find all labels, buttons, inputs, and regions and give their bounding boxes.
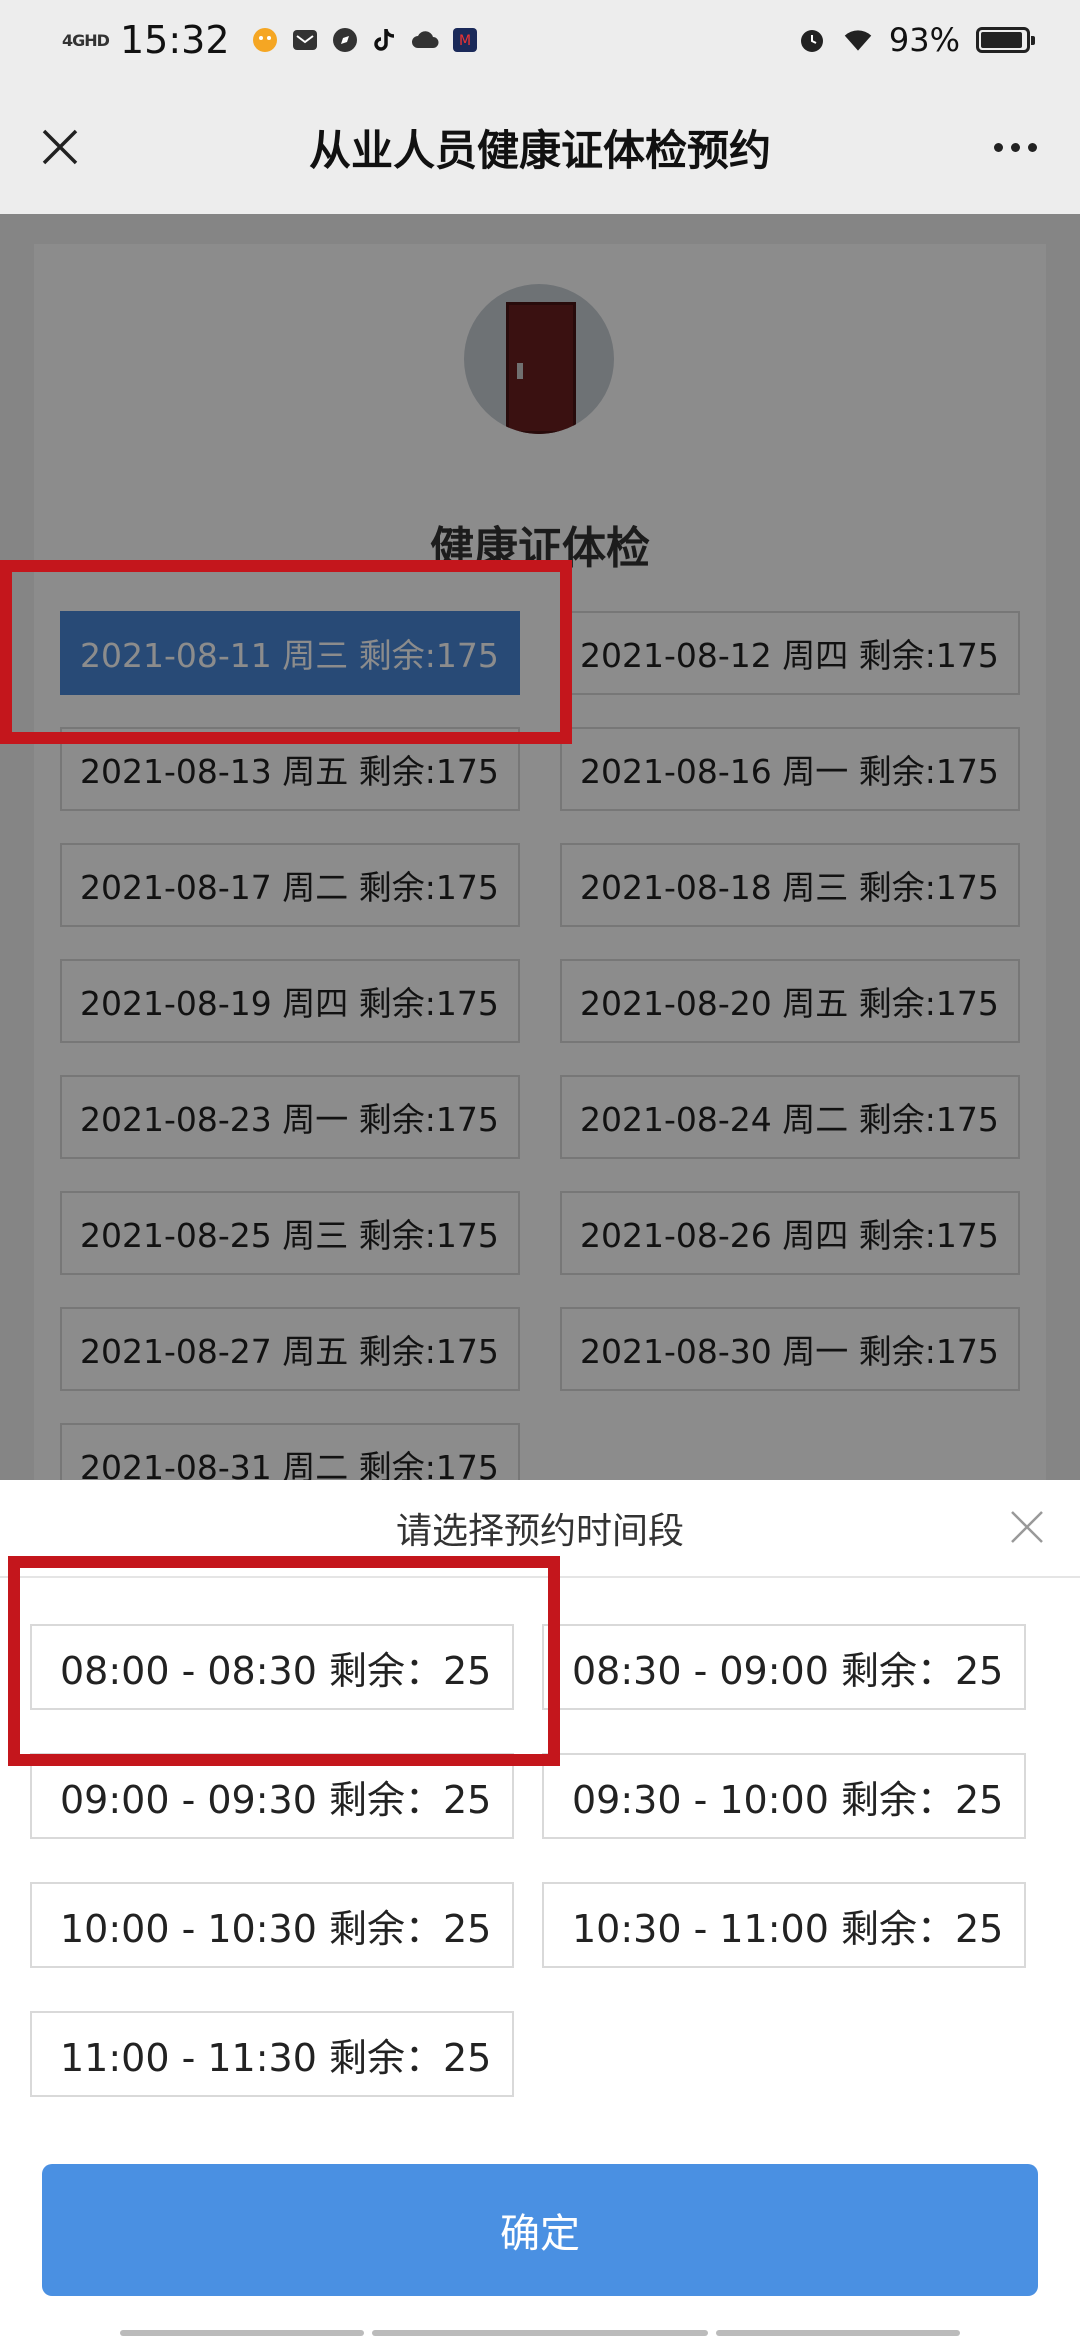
status-right: 93% bbox=[797, 21, 1035, 59]
title-bar: 从业人员健康证体检预约 bbox=[0, 80, 1080, 214]
time-slot-option[interactable]: 09:00 - 09:30 剩余：25 bbox=[30, 1753, 514, 1839]
svg-text:M: M bbox=[458, 33, 470, 49]
home-indicator bbox=[716, 2330, 960, 2336]
close-icon bbox=[1011, 1511, 1043, 1543]
close-icon bbox=[42, 129, 78, 165]
battery-fill bbox=[981, 32, 1022, 48]
compass-icon bbox=[330, 25, 360, 55]
sheet-title: 请选择预约时间段 bbox=[395, 1511, 684, 1552]
tiktok-icon bbox=[370, 25, 400, 55]
home-indicator bbox=[372, 2330, 708, 2336]
confirm-button[interactable]: 确定 bbox=[42, 2164, 1038, 2296]
sheet-close-button[interactable] bbox=[1002, 1502, 1052, 1552]
more-button[interactable] bbox=[980, 117, 1050, 177]
clock: 15:32 bbox=[120, 18, 230, 62]
app-icon: M bbox=[450, 25, 480, 55]
time-slot-option[interactable]: 08:30 - 09:00 剩余：25 bbox=[542, 1624, 1026, 1710]
time-slot-option[interactable]: 10:30 - 11:00 剩余：25 bbox=[542, 1882, 1026, 1968]
status-bar: 4GHD 15:32 M 93% bbox=[0, 0, 1080, 80]
close-button[interactable] bbox=[30, 117, 90, 177]
dim-overlay[interactable] bbox=[0, 214, 1080, 1480]
more-icon bbox=[1027, 142, 1037, 152]
time-slot-sheet: 请选择预约时间段 08:00 - 08:30 剩余：25 08:30 - 09:0… bbox=[0, 1480, 1080, 2340]
time-slot-option[interactable]: 10:00 - 10:30 剩余：25 bbox=[30, 1882, 514, 1968]
app-notification-icon bbox=[250, 25, 280, 55]
cloud-icon bbox=[410, 25, 440, 55]
time-slot-option[interactable]: 08:00 - 08:30 剩余：25 bbox=[30, 1624, 514, 1710]
status-left: 4GHD 15:32 M bbox=[62, 18, 480, 62]
battery-icon bbox=[976, 27, 1035, 53]
wifi-icon bbox=[843, 25, 873, 55]
sheet-header: 请选择预约时间段 bbox=[0, 1480, 1080, 1578]
network-indicator: 4GHD bbox=[62, 30, 110, 50]
time-slot-option[interactable]: 09:30 - 10:00 剩余：25 bbox=[542, 1753, 1026, 1839]
time-slot-option[interactable]: 11:00 - 11:30 剩余：25 bbox=[30, 2011, 514, 2097]
more-icon bbox=[993, 142, 1003, 152]
alarm-icon bbox=[797, 25, 827, 55]
page-title: 从业人员健康证体检预约 bbox=[308, 125, 771, 175]
home-indicator bbox=[120, 2330, 364, 2336]
more-icon bbox=[1010, 142, 1020, 152]
battery-percent: 93% bbox=[888, 21, 960, 59]
mail-icon bbox=[290, 25, 320, 55]
